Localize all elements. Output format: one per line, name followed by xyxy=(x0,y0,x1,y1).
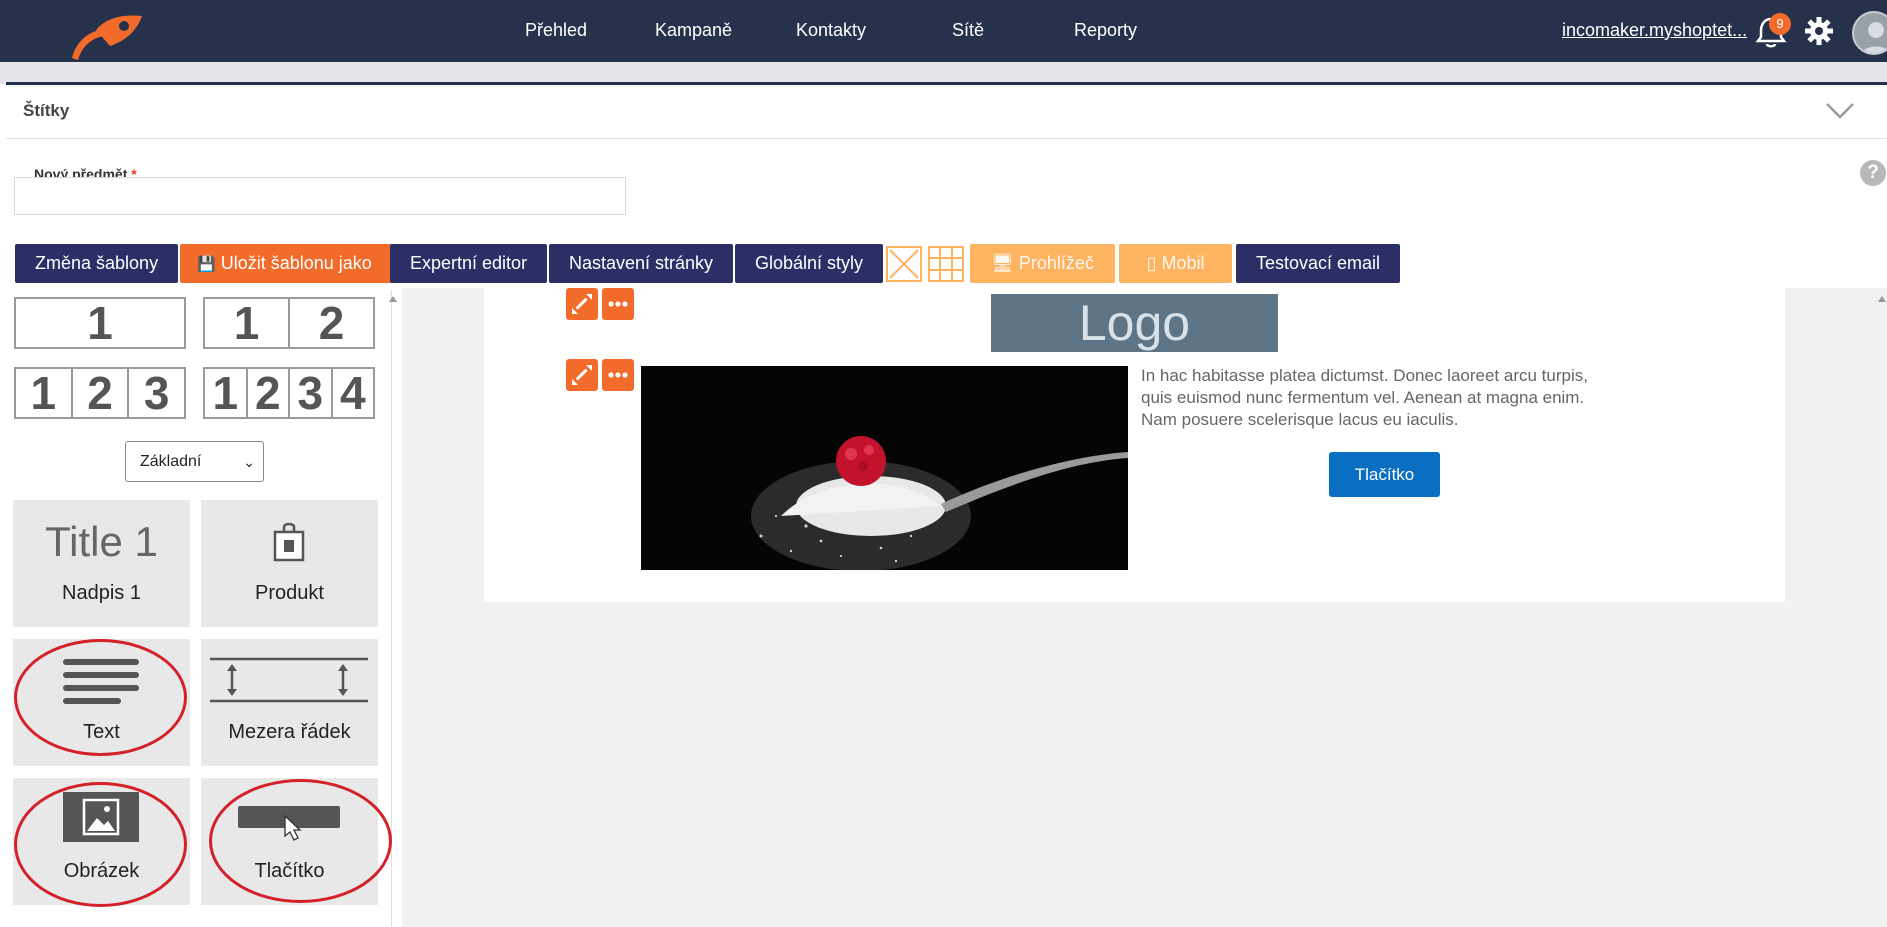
move-icon xyxy=(572,365,592,385)
mobile-view-button[interactable]: ▯ Mobil xyxy=(1119,244,1232,283)
nav-campaigns[interactable]: Kampaně xyxy=(655,20,732,41)
raspberry-sugar-spoon-image xyxy=(641,366,1128,570)
layout-3-columns[interactable]: 1 2 3 xyxy=(14,367,186,419)
block-category-select[interactable]: Základní ⌄ xyxy=(125,441,264,482)
more-options-button[interactable] xyxy=(602,288,634,320)
tile-text[interactable]: Text xyxy=(13,639,190,766)
move-icon xyxy=(572,294,592,314)
header-strip xyxy=(0,62,1887,84)
global-styles-button[interactable]: Globální styly xyxy=(735,244,884,283)
page-settings-button[interactable]: Nastavení stránky xyxy=(549,244,734,283)
help-icon[interactable]: ? xyxy=(1860,160,1886,186)
top-navbar: Přehled Kampaně Kontakty Sítě Reporty in… xyxy=(0,0,1887,62)
nav-reports[interactable]: Reporty xyxy=(1074,20,1137,41)
browser-view-button[interactable]: 🖥 Prohlížeč xyxy=(970,244,1115,283)
layout-4-columns[interactable]: 1 2 3 4 xyxy=(203,367,375,419)
heading-preview: Title 1 xyxy=(45,518,158,565)
tile-product[interactable]: Produkt xyxy=(201,500,378,627)
vertical-spacing-icon xyxy=(210,657,368,703)
sidebar-scroll-up[interactable] xyxy=(389,296,397,302)
save-template-as-button[interactable]: 💾 Uložit šablonu jako xyxy=(180,244,392,283)
mobile-icon: ▯ xyxy=(1146,253,1157,273)
chevron-down-icon[interactable] xyxy=(1824,99,1856,121)
ellipsis-icon xyxy=(608,301,628,307)
fullscreen-icon[interactable] xyxy=(886,246,922,282)
user-silhouette-icon xyxy=(1861,22,1887,53)
user-account-link[interactable]: incomaker.myshoptet... xyxy=(1562,20,1748,41)
tile-image[interactable]: Obrázek xyxy=(13,778,190,905)
nav-networks[interactable]: Sítě xyxy=(952,20,984,41)
move-block-button[interactable] xyxy=(566,359,598,391)
tile-heading[interactable]: Title 1 Nadpis 1 xyxy=(13,500,190,627)
layout-2-columns[interactable]: 1 2 xyxy=(203,297,375,349)
app-logo-icon[interactable] xyxy=(66,10,146,62)
button-block-icon xyxy=(238,806,340,841)
avatar[interactable] xyxy=(1852,11,1887,55)
nav-contacts[interactable]: Kontakty xyxy=(796,20,866,41)
email-logo[interactable]: Logo xyxy=(991,294,1278,352)
tags-title: Štítky xyxy=(23,101,70,120)
tile-spacer[interactable]: Mezera řádek xyxy=(201,639,378,766)
tags-panel[interactable]: Štítky xyxy=(6,85,1887,139)
email-image[interactable] xyxy=(641,366,1128,570)
gear-icon[interactable] xyxy=(1804,16,1834,46)
ellipsis-icon xyxy=(608,372,628,378)
tile-button[interactable]: Tlačítko xyxy=(201,778,378,905)
image-icon xyxy=(63,792,139,842)
subject-input[interactable] xyxy=(14,177,626,215)
layout-1-column[interactable]: 1 xyxy=(14,297,186,349)
nav-overview[interactable]: Přehled xyxy=(525,20,587,41)
notification-badge: 9 xyxy=(1769,13,1791,35)
save-icon: 💾 xyxy=(197,256,216,273)
email-cta-button[interactable]: Tlačítko xyxy=(1329,452,1440,497)
email-body-text[interactable]: In hac habitasse platea dictumst. Donec … xyxy=(1141,365,1621,431)
grid-icon[interactable] xyxy=(928,246,964,282)
chevron-down-icon: ⌄ xyxy=(243,454,255,470)
text-lines-icon xyxy=(63,659,139,704)
change-template-button[interactable]: Změna šablony xyxy=(15,244,179,283)
expert-editor-button[interactable]: Expertní editor xyxy=(390,244,548,283)
test-email-button[interactable]: Testovací email xyxy=(1236,244,1401,283)
canvas-scroll-up[interactable] xyxy=(1878,296,1886,302)
more-options-button[interactable] xyxy=(602,359,634,391)
shopping-bag-icon xyxy=(273,522,305,562)
monitor-icon: 🖥 xyxy=(991,253,1014,273)
move-block-button[interactable] xyxy=(566,288,598,320)
